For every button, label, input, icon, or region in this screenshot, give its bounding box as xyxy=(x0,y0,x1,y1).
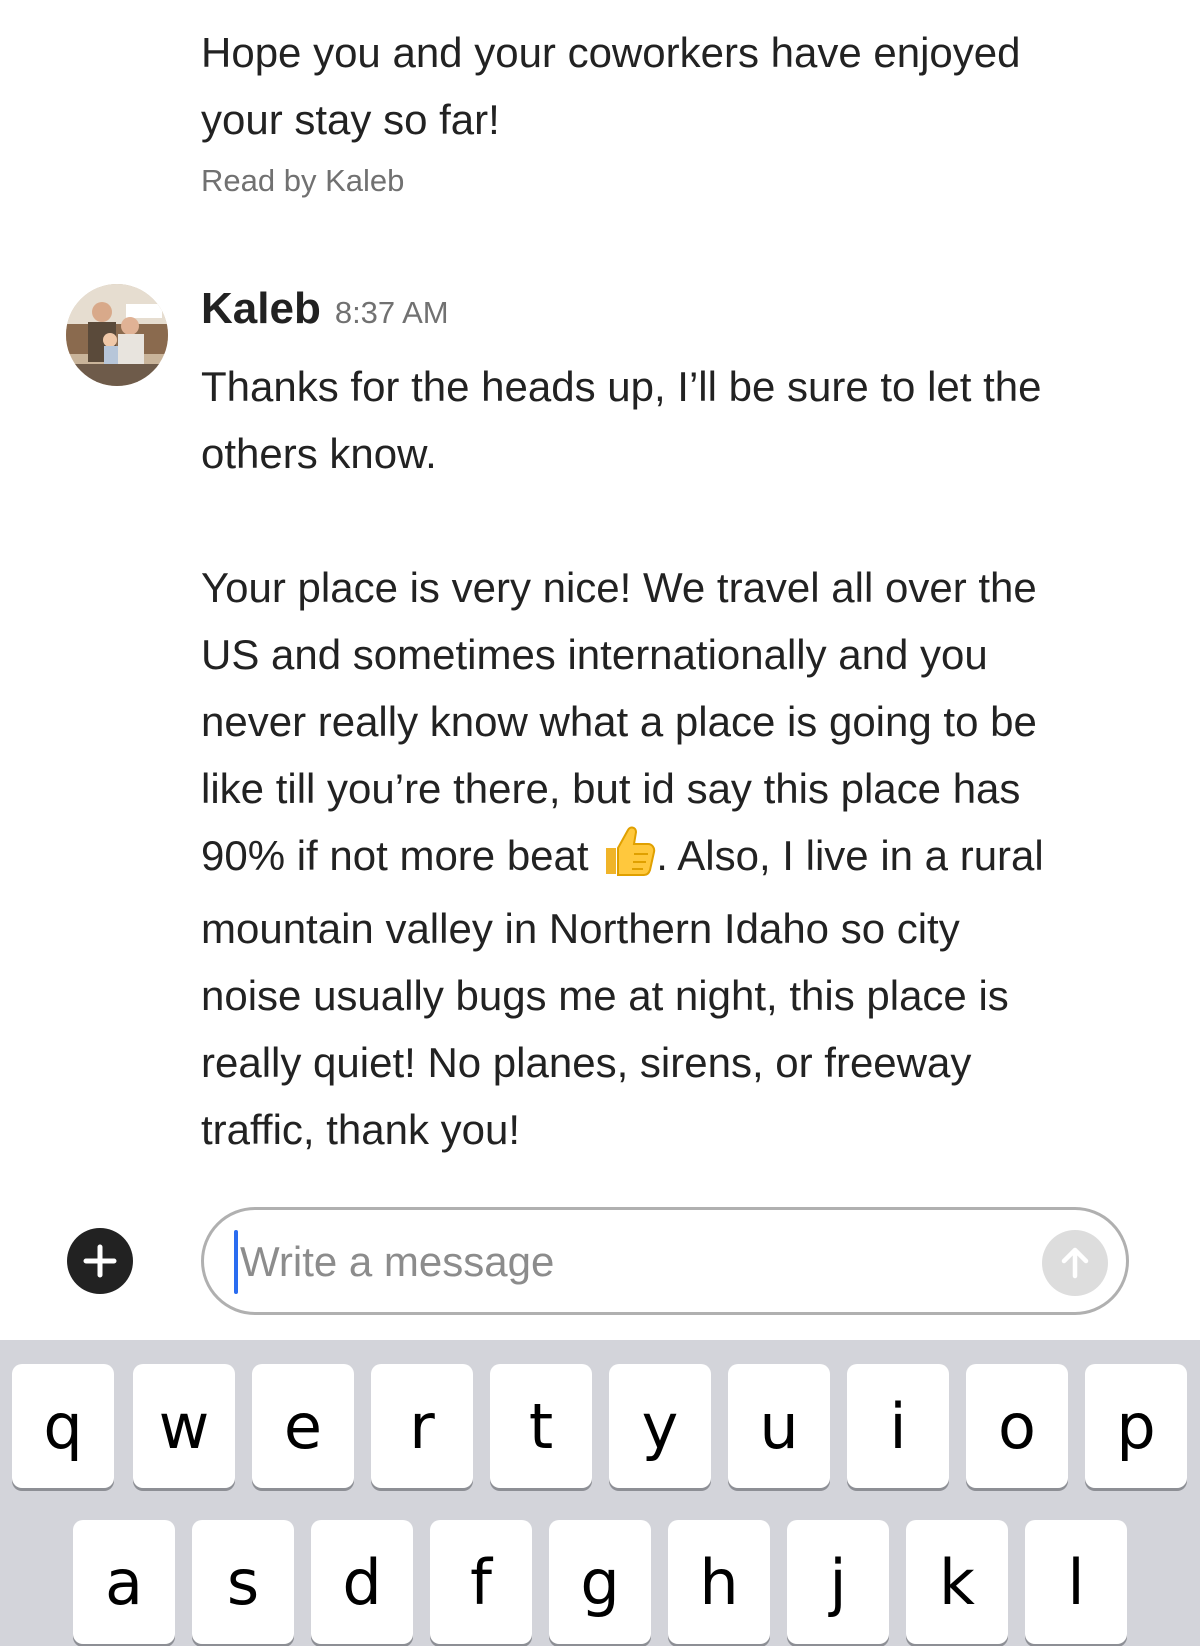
message-composer: Write a message xyxy=(0,1200,1200,1340)
key-f[interactable]: f xyxy=(430,1520,532,1644)
arrow-up-icon xyxy=(1061,1247,1089,1279)
key-w[interactable]: w xyxy=(133,1364,235,1488)
read-receipt: Read by Kaleb xyxy=(201,163,405,198)
message-input[interactable]: Write a message xyxy=(201,1207,1129,1315)
key-s[interactable]: s xyxy=(192,1520,294,1644)
key-r[interactable]: r xyxy=(371,1364,473,1488)
onscreen-keyboard: q w e r t y u i o p a s d f g h j k l xyxy=(0,1340,1200,1646)
key-g[interactable]: g xyxy=(549,1520,651,1644)
key-a[interactable]: a xyxy=(73,1520,175,1644)
plus-icon xyxy=(83,1244,117,1278)
send-button[interactable] xyxy=(1042,1230,1108,1296)
message-timestamp: 8:37 AM xyxy=(334,295,449,330)
message-input-placeholder: Write a message xyxy=(240,1238,555,1285)
sender-name: Kaleb xyxy=(201,284,321,333)
previous-message-text: Hope you and your coworkers have enjoyed… xyxy=(201,29,1021,143)
key-i[interactable]: i xyxy=(847,1364,949,1488)
key-q[interactable]: q xyxy=(12,1364,114,1488)
sender-avatar[interactable] xyxy=(66,284,168,386)
message-paragraph-1: Thanks for the heads up, I’ll be sure to… xyxy=(201,363,1042,477)
message-paragraph-2: Your place is very nice! We travel all o… xyxy=(201,554,1131,1163)
key-e[interactable]: e xyxy=(252,1364,354,1488)
key-h[interactable]: h xyxy=(668,1520,770,1644)
message-header: Kaleb 8:37 AM xyxy=(201,284,449,344)
key-y[interactable]: y xyxy=(609,1364,711,1488)
keyboard-row-1: q w e r t y u i o p xyxy=(0,1364,1200,1490)
text-cursor xyxy=(234,1230,238,1294)
keyboard-row-2: a s d f g h j k l xyxy=(0,1520,1200,1646)
key-o[interactable]: o xyxy=(966,1364,1068,1488)
key-l[interactable]: l xyxy=(1025,1520,1127,1644)
add-attachment-button[interactable] xyxy=(67,1228,133,1294)
key-u[interactable]: u xyxy=(728,1364,830,1488)
key-p[interactable]: p xyxy=(1085,1364,1187,1488)
key-k[interactable]: k xyxy=(906,1520,1008,1644)
key-d[interactable]: d xyxy=(311,1520,413,1644)
message-thread: Hope you and your coworkers have enjoyed… xyxy=(0,0,1200,1200)
key-t[interactable]: t xyxy=(490,1364,592,1488)
thumbs-up-icon xyxy=(600,824,656,895)
key-j[interactable]: j xyxy=(787,1520,889,1644)
